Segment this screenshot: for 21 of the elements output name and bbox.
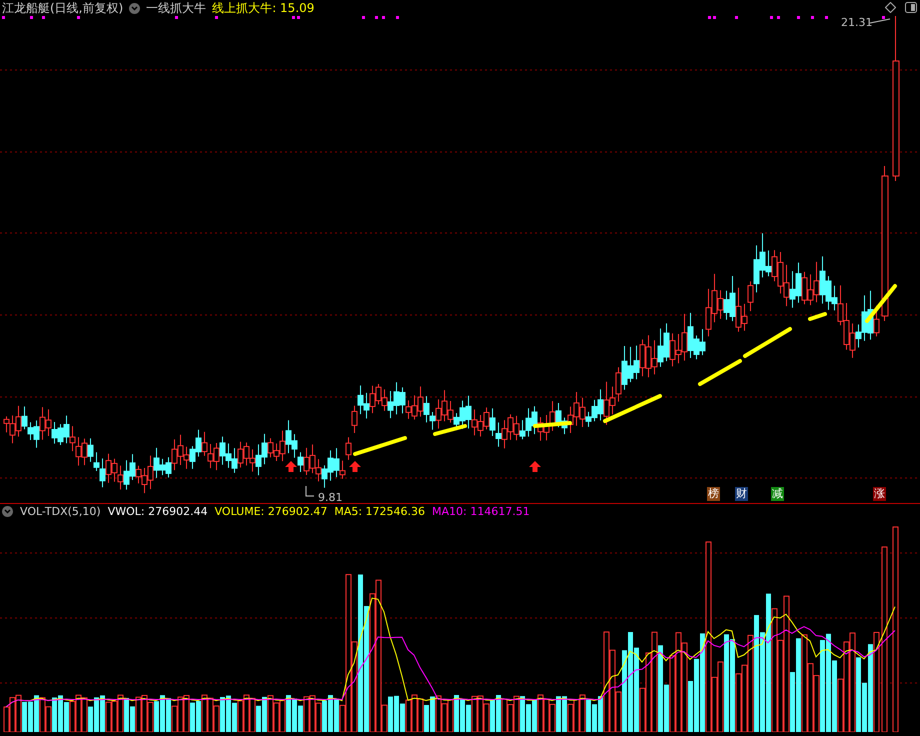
- event-badge[interactable]: 榜: [707, 487, 720, 502]
- indicator-name: 一线抓大牛: [146, 0, 206, 16]
- event-badge[interactable]: 涨: [873, 487, 886, 502]
- diamond-icon[interactable]: [885, 2, 896, 13]
- chevron-down-icon[interactable]: [129, 2, 140, 14]
- up-arrow-icon: [285, 461, 297, 472]
- panel-toggle-icon[interactable]: [905, 2, 917, 13]
- event-badge[interactable]: 减: [771, 487, 784, 502]
- low-price-label: 9.81: [318, 491, 342, 504]
- chevron-down-icon[interactable]: [2, 506, 13, 518]
- volume-indicator-name: VOL-TDX(5,10): [20, 505, 101, 518]
- volume-reading: MA5: 172546.36: [334, 505, 426, 518]
- up-arrow-icon: [529, 461, 541, 472]
- event-badge[interactable]: 财: [735, 487, 748, 502]
- high-price-label: 21.31: [841, 16, 872, 29]
- up-arrow-icon: [349, 461, 361, 472]
- indicator-reading: 线上抓大牛: 15.09: [212, 0, 314, 16]
- volume-reading: VWOL: 276902.44: [108, 505, 208, 518]
- volume-reading: MA10: 114617.51: [432, 505, 530, 518]
- chart-title: 江龙船艇(日线,前复权): [2, 0, 124, 16]
- volume-reading: VOLUME: 276902.47: [214, 505, 328, 518]
